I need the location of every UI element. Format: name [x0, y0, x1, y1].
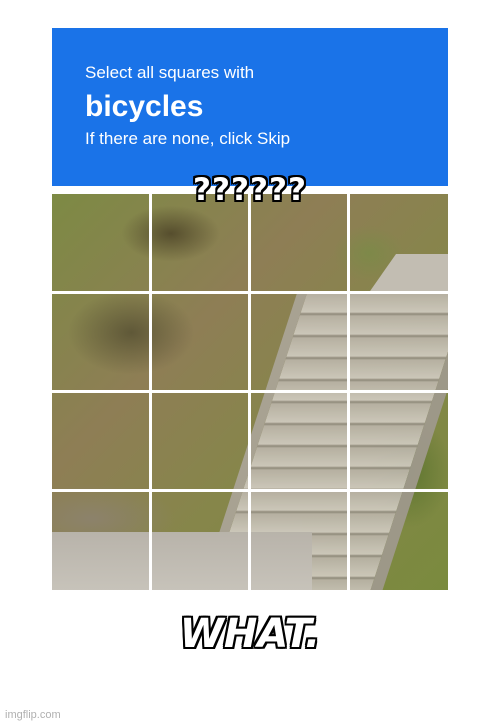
captcha-image-grid — [52, 194, 448, 590]
imgflip-watermark: imgflip.com — [5, 709, 61, 721]
grid-cell-4-4[interactable] — [349, 491, 448, 590]
grid-cell-2-2[interactable] — [151, 293, 250, 392]
grid-cell-4-2[interactable] — [151, 491, 250, 590]
grid-cell-1-2[interactable] — [151, 194, 250, 293]
grid-cell-3-3[interactable] — [250, 392, 349, 491]
grid-cell-2-4[interactable] — [349, 293, 448, 392]
grid-cell-4-3[interactable] — [250, 491, 349, 590]
grid-divider — [52, 390, 448, 393]
target-object-text: bicycles — [85, 90, 204, 123]
grid-cell-3-1[interactable] — [52, 392, 151, 491]
grid-cell-3-2[interactable] — [151, 392, 250, 491]
grid-cell-1-1[interactable] — [52, 194, 151, 293]
grid-cell-2-3[interactable] — [250, 293, 349, 392]
instruction-text: Select all squares with — [85, 63, 255, 82]
grid-cell-2-1[interactable] — [52, 293, 151, 392]
grid-divider — [52, 489, 448, 492]
meme-bottom-caption: WHAT. — [179, 611, 321, 657]
grid-cell-3-4[interactable] — [349, 392, 448, 491]
grid-cell-1-4[interactable] — [349, 194, 448, 293]
captcha-instruction-header: Select all squares with bicycles If ther… — [52, 28, 448, 186]
meme-top-caption: ?????? — [193, 172, 307, 208]
grid-divider — [52, 291, 448, 294]
skip-hint-text: If there are none, click Skip — [85, 129, 291, 148]
grid-cell-4-1[interactable] — [52, 491, 151, 590]
grid-cell-1-3[interactable] — [250, 194, 349, 293]
